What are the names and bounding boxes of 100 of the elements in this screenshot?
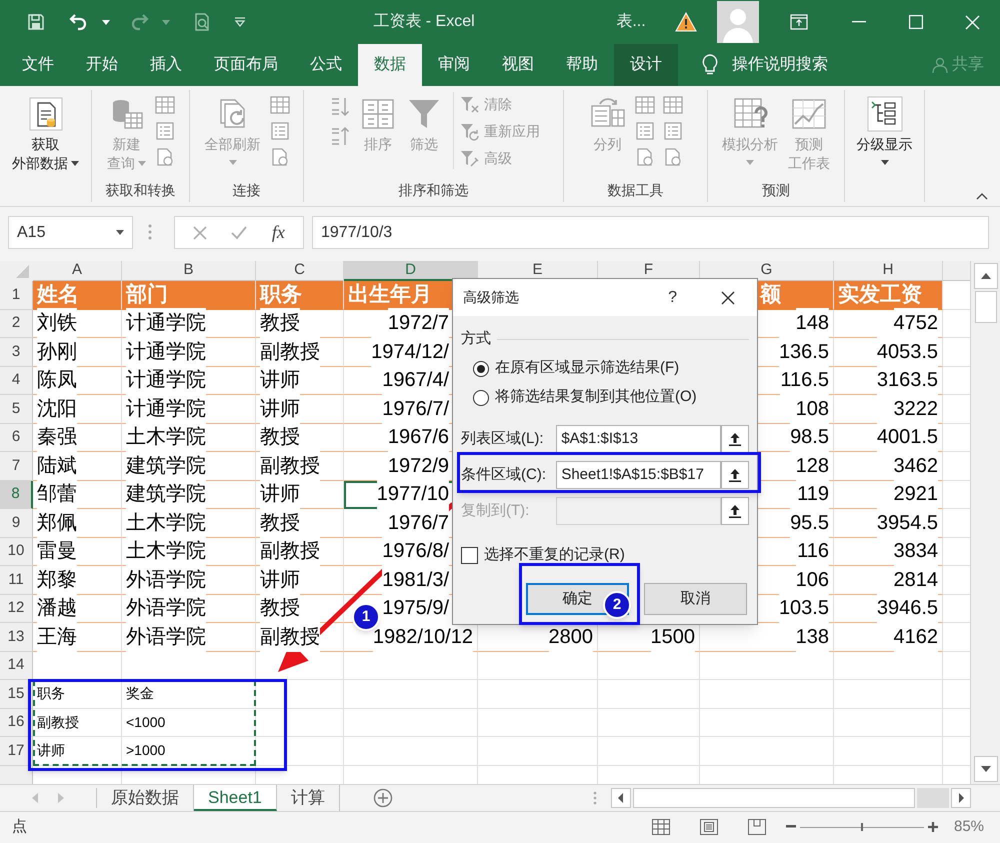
caret-icon[interactable] — [116, 230, 124, 235]
maximize-icon[interactable] — [909, 15, 923, 29]
menu-tab[interactable]: 视图 — [486, 44, 550, 86]
normal-view-icon[interactable] — [652, 819, 670, 835]
table-cell: 3946.5 — [834, 594, 943, 623]
row-header[interactable]: 5 — [0, 395, 33, 424]
filter-clear-icon — [460, 96, 480, 114]
input-field[interactable]: $A$1:$I$13 — [556, 425, 722, 453]
lightbulb-icon[interactable] — [702, 54, 718, 76]
row-header[interactable] — [0, 766, 33, 784]
check-icon[interactable] — [231, 226, 248, 240]
row-header[interactable]: 17 — [0, 737, 33, 766]
column-header[interactable]: D — [344, 261, 478, 281]
row-header[interactable]: 9 — [0, 509, 33, 538]
menu-tab[interactable]: 开始 — [70, 44, 134, 86]
caret-icon[interactable] — [71, 161, 79, 166]
ribbon-button[interactable]: 获取 外部数据 — [9, 92, 82, 173]
row-header[interactable]: 14 — [0, 652, 33, 680]
scroll-left-button[interactable] — [611, 788, 631, 808]
caret-icon[interactable] — [880, 160, 888, 164]
scrollbar-thumb[interactable] — [974, 291, 996, 323]
row-header[interactable]: 3 — [0, 338, 33, 366]
input-field[interactable]: Sheet1!$A$15:$B$17 — [556, 461, 722, 489]
ribbon-button[interactable]: 分级显示 — [854, 92, 916, 170]
row-header[interactable]: 4 — [0, 366, 33, 395]
customize-toolbar-icon[interactable] — [234, 17, 246, 27]
checkbox[interactable] — [461, 546, 478, 564]
zoom-level[interactable]: 85% — [938, 816, 1000, 838]
checkbox-label[interactable]: 选择不重复的记录(R) — [484, 544, 625, 566]
ribbon-display-icon[interactable] — [790, 14, 808, 30]
menu-tab[interactable]: 公式 — [294, 44, 358, 86]
row-header[interactable]: 2 — [0, 310, 33, 338]
table-cell: 郑黎 — [33, 566, 122, 594]
account-name[interactable]: 表... — [616, 10, 646, 34]
table-cell: 讲师 — [256, 395, 344, 424]
range-select-button[interactable] — [721, 425, 749, 453]
warning-icon[interactable] — [675, 12, 697, 32]
menu-tab[interactable]: 插入 — [134, 44, 198, 86]
table-cell: 2921 — [834, 480, 943, 509]
option-label[interactable]: 在原有区域显示筛选结果(F) — [495, 357, 680, 380]
scroll-right-button[interactable] — [951, 788, 971, 808]
row-header[interactable]: 13 — [0, 623, 33, 652]
row-header[interactable]: 6 — [0, 424, 33, 452]
next-sheet-icon[interactable] — [57, 793, 65, 803]
add-sheet-icon[interactable] — [372, 788, 393, 808]
cancel-icon[interactable] — [193, 226, 208, 240]
option-label[interactable]: 将筛选结果复制到其他位置(O) — [495, 386, 697, 409]
row-header[interactable]: 1 — [0, 281, 33, 310]
group-label: 排序和筛选 — [398, 180, 468, 200]
range-select-button[interactable] — [721, 497, 749, 525]
row-header[interactable]: 15 — [0, 680, 33, 708]
arrow-up-icon — [729, 432, 742, 446]
dialog-button[interactable]: 取消 — [644, 583, 747, 615]
insert-function-button[interactable]: fx — [272, 219, 285, 246]
splitter-handle-icon[interactable] — [593, 791, 597, 805]
previous-sheet-icon[interactable] — [31, 793, 39, 803]
minimize-icon[interactable] — [852, 21, 866, 23]
help-button[interactable]: ? — [668, 286, 677, 310]
menu-tab[interactable]: 审阅 — [422, 44, 486, 86]
table-cell: 讲师 — [33, 737, 122, 766]
splitter-handle-icon[interactable] — [148, 224, 152, 240]
close-icon[interactable] — [721, 290, 735, 304]
name-box[interactable]: A15 — [8, 216, 133, 249]
scrollbar-thumb[interactable] — [633, 788, 915, 808]
table-cell: 计通学院 — [122, 366, 256, 395]
menu-tab[interactable]: 页面布局 — [198, 44, 294, 86]
radio-button[interactable] — [473, 360, 489, 376]
menu-tab[interactable]: 帮助 — [550, 44, 614, 86]
table-cell: 雷曼 — [33, 538, 122, 566]
row-header[interactable]: 10 — [0, 538, 33, 566]
row-header[interactable]: 7 — [0, 452, 33, 480]
menu-tab[interactable]: 文件 — [6, 44, 70, 86]
range-select-button[interactable] — [721, 461, 749, 489]
menu-tab[interactable]: 数据 — [358, 44, 422, 86]
row-header[interactable]: 11 — [0, 566, 33, 594]
scroll-up-button[interactable] — [974, 263, 998, 289]
save-icon[interactable] — [26, 12, 46, 32]
table-cell: 副教授 — [256, 623, 344, 652]
zoom-out-icon[interactable] — [786, 825, 796, 829]
caret-icon[interactable] — [102, 20, 110, 24]
table-cell: 刘铁 — [33, 310, 122, 338]
row-header[interactable]: 12 — [0, 594, 33, 623]
row-header[interactable]: 8 — [0, 480, 33, 509]
avatar[interactable] — [717, 1, 759, 43]
table-cell: 计通学院 — [122, 395, 256, 424]
status-mode: 点 — [12, 816, 27, 837]
group-label: 数据工具 — [608, 180, 664, 200]
page-break-icon[interactable] — [748, 819, 766, 835]
table-cell: 部门 — [122, 281, 256, 310]
zoom-in-icon[interactable] — [928, 822, 938, 832]
formula-input[interactable]: 1977/10/3 — [312, 216, 989, 249]
menu-tab[interactable]: 设计 — [614, 44, 678, 86]
person-icon[interactable] — [932, 57, 948, 73]
tell-me-search[interactable]: 操作说明搜索 — [732, 53, 828, 77]
table-cell: 副教授 — [256, 338, 344, 366]
page-layout-icon[interactable] — [700, 819, 718, 835]
sheet-tab[interactable]: Sheet1 — [194, 785, 277, 811]
scroll-down-button[interactable] — [974, 756, 998, 782]
collapse-ribbon-icon[interactable] — [976, 193, 988, 200]
radio-button[interactable] — [473, 390, 489, 406]
